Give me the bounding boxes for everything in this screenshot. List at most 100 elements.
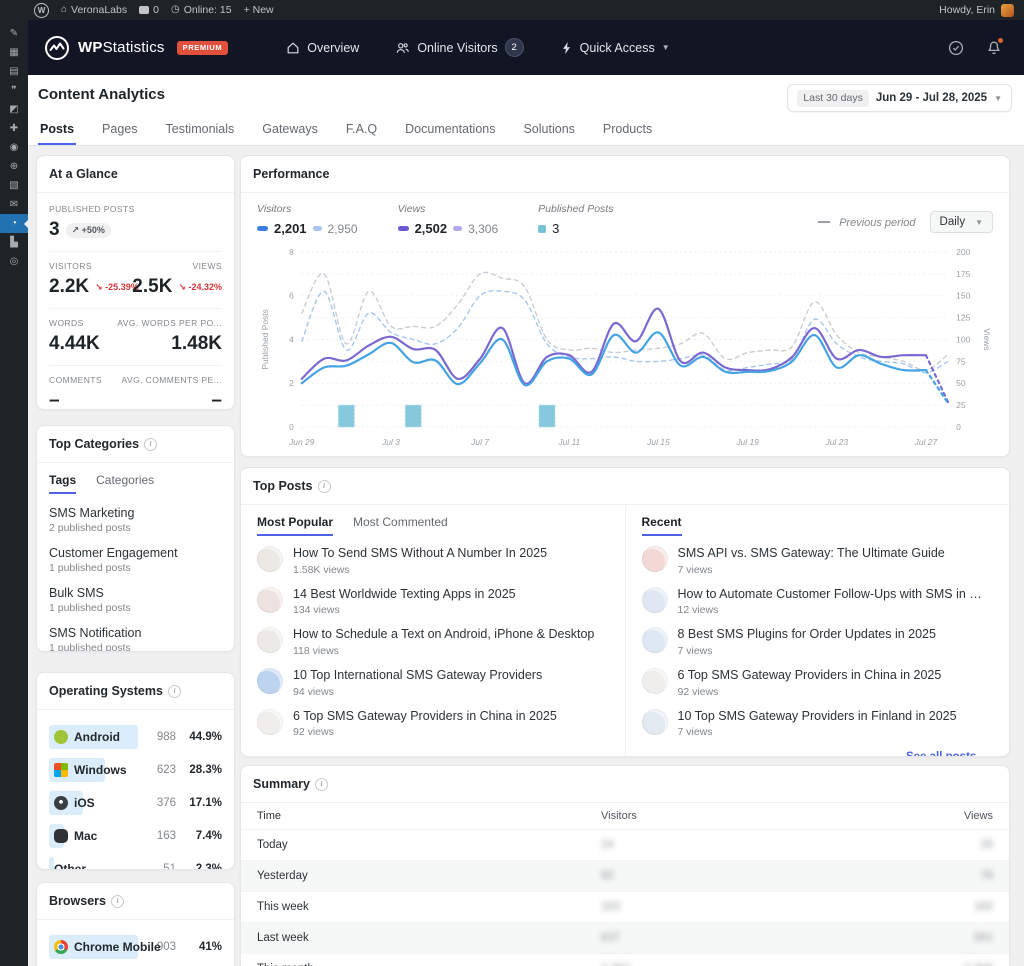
ios-icon bbox=[54, 796, 68, 810]
tab-categories[interactable]: Categories bbox=[96, 473, 154, 494]
svg-text:150: 150 bbox=[956, 291, 970, 301]
sidebar-item-tools[interactable]: ⊕ bbox=[0, 157, 28, 176]
sidebar-item-settings[interactable]: ▧ bbox=[0, 176, 28, 195]
published-posts-label: Published Posts bbox=[49, 204, 222, 214]
svg-text:Jun 29: Jun 29 bbox=[288, 437, 315, 447]
info-icon[interactable] bbox=[315, 778, 328, 791]
sidebar-item-wp-sms[interactable]: ◎ bbox=[0, 252, 28, 271]
info-icon[interactable] bbox=[111, 895, 124, 908]
date-range-picker[interactable]: Last 30 days Jun 29 - Jul 28, 2025 ▼ bbox=[787, 84, 1012, 112]
sidebar-item-plugins[interactable]: ✚ bbox=[0, 119, 28, 138]
sidebar-item-users[interactable]: ◉ bbox=[0, 138, 28, 157]
previous-period-toggle[interactable]: Previous period bbox=[818, 213, 916, 231]
content-tab[interactable]: Gateways bbox=[260, 116, 320, 145]
online-menu[interactable]: ◷ Online: 15 bbox=[171, 4, 232, 16]
post-item[interactable]: How to Schedule a Text on Android, iPhon… bbox=[257, 627, 609, 657]
wp-statistics-logo[interactable]: WPStatistics PREMIUM bbox=[44, 35, 228, 61]
col-time: Time bbox=[257, 810, 601, 822]
post-thumbnail bbox=[257, 627, 283, 653]
views-value: 26 bbox=[903, 839, 993, 851]
tab-most-popular[interactable]: Most Popular bbox=[257, 515, 333, 536]
browser-row[interactable]: Chrome Mobile 903 41% bbox=[49, 935, 222, 959]
nav-online-visitors[interactable]: Online Visitors 2 bbox=[395, 38, 523, 57]
sidebar-item-icon: ✚ bbox=[10, 123, 18, 134]
tab-most-commented[interactable]: Most Commented bbox=[353, 515, 448, 536]
check-circle-icon[interactable] bbox=[948, 40, 964, 56]
os-count: 51 bbox=[138, 863, 176, 870]
post-item[interactable]: 6 Top SMS Gateway Providers in China in … bbox=[642, 668, 994, 698]
svg-text:Jul 15: Jul 15 bbox=[646, 437, 670, 447]
os-row[interactable]: Mac 163 7.4% bbox=[49, 824, 222, 848]
bolt-icon bbox=[560, 41, 573, 55]
tab-tags[interactable]: Tags bbox=[49, 473, 76, 494]
category-item[interactable]: Customer Engagement 1 published posts bbox=[49, 546, 222, 574]
visitors-value: 163 bbox=[601, 901, 903, 913]
os-row[interactable]: iOS 376 17.1% bbox=[49, 791, 222, 815]
share-bar bbox=[49, 857, 54, 870]
content-tab[interactable]: Posts bbox=[38, 116, 76, 145]
sidebar-item-appearance[interactable]: ◩ bbox=[0, 100, 28, 119]
category-tabs: Tags Categories bbox=[37, 463, 234, 494]
nav-overview[interactable]: Overview bbox=[286, 41, 359, 55]
sidebar-item-media[interactable]: ▦ bbox=[0, 43, 28, 62]
sidebar-item-pages[interactable]: ▤ bbox=[0, 62, 28, 81]
table-row[interactable]: This week 163 183 bbox=[241, 891, 1009, 922]
info-icon[interactable] bbox=[168, 685, 181, 698]
content-tab[interactable]: Products bbox=[601, 116, 654, 145]
wp-logo-menu[interactable]: W bbox=[34, 3, 49, 18]
sidebar-item-statistics[interactable]: ◔ bbox=[0, 214, 28, 233]
new-content-menu[interactable]: + New bbox=[244, 4, 274, 16]
tab-recent[interactable]: Recent bbox=[642, 515, 682, 536]
words-value: 4.44K bbox=[49, 333, 100, 355]
post-item[interactable]: 6 Top SMS Gateway Providers in China in … bbox=[257, 709, 609, 739]
visitors-previous-marker bbox=[313, 226, 322, 231]
category-item[interactable]: SMS Notification 1 published posts bbox=[49, 626, 222, 652]
notifications-bell-icon[interactable] bbox=[986, 40, 1002, 56]
comments-menu[interactable]: 0 bbox=[139, 4, 159, 16]
table-row[interactable]: Today 24 26 bbox=[241, 829, 1009, 860]
table-row[interactable]: Yesterday 60 76 bbox=[241, 860, 1009, 891]
content-tab[interactable]: Pages bbox=[100, 116, 139, 145]
post-item[interactable]: 10 Top SMS Gateway Providers in Finland … bbox=[642, 709, 994, 739]
category-item[interactable]: SMS Marketing 2 published posts bbox=[49, 506, 222, 534]
post-item[interactable]: How To Send SMS Without A Number In 2025… bbox=[257, 546, 609, 576]
content-tab[interactable]: Solutions bbox=[521, 116, 576, 145]
post-item[interactable]: 14 Best Worldwide Texting Apps in 2025 1… bbox=[257, 587, 609, 617]
content-tab[interactable]: Documentations bbox=[403, 116, 497, 145]
info-icon[interactable] bbox=[318, 480, 331, 493]
table-row[interactable]: Last week 637 581 bbox=[241, 922, 1009, 953]
post-item[interactable]: How to Automate Customer Follow-Ups with… bbox=[642, 587, 994, 617]
os-percent: 2.3% bbox=[176, 863, 222, 870]
howdy-text[interactable]: Howdy, Erin bbox=[939, 4, 995, 16]
popular-posts-column: Most Popular Most Commented How To Send … bbox=[241, 505, 625, 757]
post-item[interactable]: 8 Best SMS Plugins for Order Updates in … bbox=[642, 627, 994, 657]
plugin-header: WPStatistics PREMIUM Overview Online Vis… bbox=[28, 20, 1024, 75]
performance-chart[interactable]: 024680255075100125150175200Jun 29Jul 3Ju… bbox=[256, 242, 994, 453]
category-item[interactable]: Bulk SMS 1 published posts bbox=[49, 586, 222, 614]
post-item[interactable]: SMS API vs. SMS Gateway: The Ultimate Gu… bbox=[642, 546, 994, 576]
svg-text:25: 25 bbox=[956, 400, 966, 410]
avg-words-value: 1.48K bbox=[171, 333, 222, 355]
table-row[interactable]: This month 2,362 2,369 bbox=[241, 953, 1009, 966]
sidebar-item-posts[interactable]: ✎ bbox=[0, 24, 28, 43]
sidebar-item-icon: ◎ bbox=[10, 256, 19, 267]
os-row[interactable]: Other 51 2.3% bbox=[49, 857, 222, 870]
post-item[interactable]: 10 Top International SMS Gateway Provide… bbox=[257, 668, 609, 698]
mac-icon bbox=[54, 829, 68, 843]
online-visitors-badge: 2 bbox=[505, 38, 524, 57]
avatar[interactable] bbox=[1001, 4, 1014, 17]
site-name-menu[interactable]: ⌂ VeronaLabs bbox=[61, 4, 127, 16]
interval-select[interactable]: Daily ▼ bbox=[930, 211, 993, 233]
nav-quick-access[interactable]: Quick Access ▼ bbox=[560, 41, 670, 55]
see-all-posts-link[interactable]: See all posts → bbox=[642, 749, 994, 757]
comments-label: Comments bbox=[49, 375, 102, 385]
os-row[interactable]: Windows 623 28.3% bbox=[49, 758, 222, 782]
os-row[interactable]: Android 988 44.9% bbox=[49, 725, 222, 749]
svg-text:4: 4 bbox=[289, 334, 294, 344]
content-tab[interactable]: F.A.Q bbox=[344, 116, 379, 145]
content-tab[interactable]: Testimonials bbox=[164, 116, 237, 145]
sidebar-item-comments[interactable]: ❞ bbox=[0, 81, 28, 100]
sidebar-item-mail[interactable]: ✉ bbox=[0, 195, 28, 214]
info-icon[interactable] bbox=[144, 438, 157, 451]
sidebar-item-charts[interactable]: ▙ bbox=[0, 233, 28, 252]
